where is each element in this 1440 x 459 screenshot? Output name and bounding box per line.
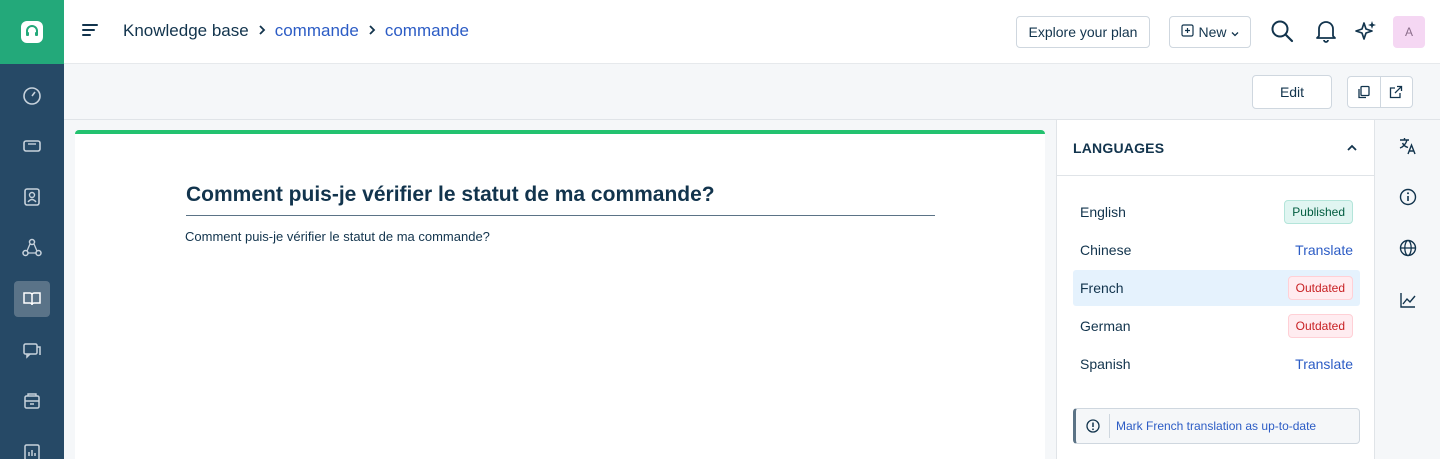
translate-link[interactable]: Translate — [1295, 356, 1353, 372]
mark-up-to-date-link[interactable]: Mark French translation as up-to-date — [1116, 419, 1316, 433]
breadcrumb-root[interactable]: Knowledge base — [123, 21, 249, 41]
language-list: English Published Chinese Translate Fren… — [1073, 194, 1360, 384]
left-nav-rail — [0, 0, 64, 459]
globe-icon[interactable] — [1398, 238, 1418, 258]
notifications-bell-icon[interactable] — [1313, 18, 1339, 44]
right-icon-rail — [1376, 120, 1440, 459]
language-name: Chinese — [1080, 242, 1132, 258]
avatar[interactable]: A — [1393, 16, 1425, 48]
article-actions-group — [1347, 76, 1413, 108]
translate-icon[interactable] — [1398, 136, 1418, 156]
language-row-french[interactable]: French Outdated — [1073, 270, 1360, 306]
reports-icon[interactable] — [14, 434, 50, 459]
mark-up-to-date-notice: Mark French translation as up-to-date — [1073, 408, 1360, 444]
article-title: Comment puis-je vérifier le statut de ma… — [186, 183, 935, 216]
languages-panel-title: LANGUAGES — [1073, 139, 1165, 156]
chevron-right-icon — [257, 23, 267, 39]
language-row-english[interactable]: English Published — [1073, 194, 1360, 230]
chevron-right-icon — [367, 23, 377, 39]
conversations-icon[interactable] — [14, 332, 50, 368]
ai-sparkle-icon[interactable] — [1353, 18, 1379, 44]
knowledge-base-icon[interactable] — [14, 281, 50, 317]
tickets-icon[interactable] — [14, 128, 50, 164]
languages-panel: LANGUAGES English Published Chinese Tran… — [1056, 120, 1375, 459]
info-icon — [1076, 414, 1110, 438]
language-name: English — [1080, 204, 1126, 220]
status-badge: Published — [1284, 200, 1353, 224]
marketplace-icon[interactable] — [14, 383, 50, 419]
new-button[interactable]: New — [1169, 16, 1251, 48]
translate-link[interactable]: Translate — [1295, 242, 1353, 258]
breadcrumb: Knowledge base commande commande — [123, 21, 469, 41]
new-button-label: New — [1198, 24, 1227, 40]
breadcrumb-category[interactable]: commande — [275, 21, 359, 41]
plus-box-icon — [1181, 24, 1195, 40]
chevron-down-icon — [1231, 24, 1239, 40]
article-content: Comment puis-je vérifier le statut de ma… — [75, 130, 1045, 459]
article-body: Comment puis-je vérifier le statut de ma… — [185, 229, 490, 244]
status-badge: Outdated — [1287, 276, 1353, 300]
contacts-icon[interactable] — [14, 179, 50, 215]
dashboard-icon[interactable] — [14, 78, 50, 114]
language-row-spanish[interactable]: Spanish Translate — [1073, 346, 1360, 382]
search-icon[interactable] — [1269, 18, 1295, 44]
explore-plan-button[interactable]: Explore your plan — [1016, 16, 1150, 48]
status-badge: Outdated — [1287, 314, 1353, 338]
groups-icon[interactable] — [14, 230, 50, 266]
top-header: Knowledge base commande commande Explore… — [64, 0, 1440, 64]
headset-logo-icon — [21, 21, 43, 43]
info-icon[interactable] — [1398, 187, 1418, 207]
breadcrumb-folder[interactable]: commande — [385, 21, 469, 41]
analytics-icon[interactable] — [1398, 290, 1418, 310]
article-toolbar: Edit — [64, 64, 1440, 120]
languages-panel-header[interactable]: LANGUAGES — [1057, 120, 1374, 176]
brand-logo[interactable] — [0, 0, 64, 64]
language-name: German — [1080, 318, 1131, 334]
language-name: Spanish — [1080, 356, 1131, 372]
language-row-chinese[interactable]: Chinese Translate — [1073, 232, 1360, 268]
menu-toggle-icon[interactable] — [82, 22, 100, 40]
chevron-up-icon[interactable] — [1346, 139, 1358, 157]
language-row-german[interactable]: German Outdated — [1073, 308, 1360, 344]
clone-icon[interactable] — [1348, 77, 1380, 107]
edit-button[interactable]: Edit — [1252, 75, 1332, 109]
language-name: French — [1080, 280, 1124, 296]
open-external-icon[interactable] — [1379, 77, 1413, 107]
